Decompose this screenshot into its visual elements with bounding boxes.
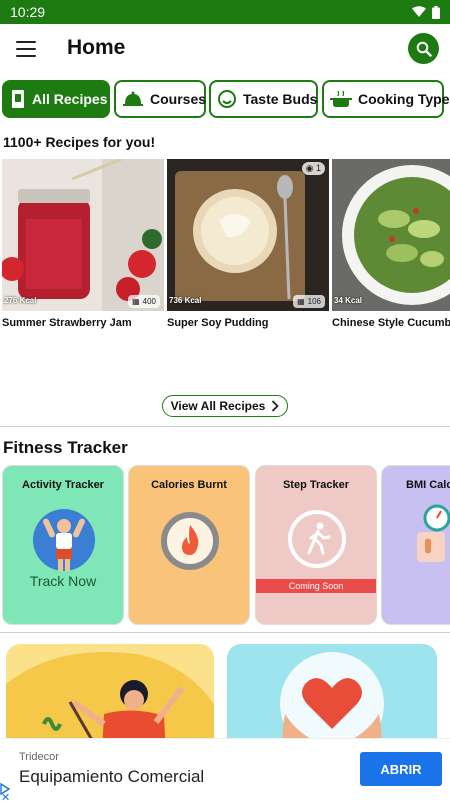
chef-illustration [6,652,214,740]
ad-advertiser: Tridecor [19,751,59,763]
recipe-carousel: 276 Kcal ▦ 400 Summer Strawberry Jam ◉ 1 … [0,159,450,339]
chevron-right-icon [272,400,280,412]
pot-icon [330,88,352,110]
ad-close-icon[interactable]: ✕ [1,793,10,804]
chip-cooking-type[interactable]: Cooking Type [322,80,450,118]
recipe-name: Summer Strawberry Jam [2,317,132,329]
battery-icon [432,5,440,19]
recipes-heading: 1100+ Recipes for you! [3,134,156,150]
recipe-card[interactable]: 34 Kcal Chinese Style Cucumber [332,159,450,329]
system-icons [412,5,440,19]
fitness-card-title: BMI Calc [406,479,450,491]
fitness-carousel: Activity Tracker Track Now Calories Burn… [0,465,450,627]
ad-open-button[interactable]: ABRIR [360,752,442,786]
search-icon [416,41,432,57]
flame-icon [161,512,219,570]
promo-banner-health[interactable] [227,644,437,740]
chip-taste-buds[interactable]: Taste Buds [209,80,318,118]
status-bar: 10:29 [0,0,450,24]
menu-icon[interactable] [16,41,36,57]
recipe-counter: ▦ 106 [293,295,325,308]
recipe-kcal: 34 Kcal [334,296,363,305]
coming-soon-badge: Coming Soon [256,579,376,593]
category-chips: All Recipes Courses Taste Buds Cooking T… [0,80,450,120]
section-divider [0,426,450,427]
fitness-card-activity[interactable]: Activity Tracker Track Now [2,465,124,625]
promo-banner-cooking[interactable] [6,644,214,740]
fitness-heading: Fitness Tracker [3,438,128,457]
wifi-icon [412,6,426,17]
heart-hands-illustration [280,652,384,740]
page-title: Home [67,36,126,59]
recipe-image: ◉ 1 736 Kcal ▦ 106 [167,159,329,311]
recipe-kcal: 276 Kcal [4,296,37,305]
recipe-name: Chinese Style Cucumber [332,317,450,329]
cloche-icon [122,88,144,110]
bmi-scale-icon [417,504,450,562]
recipe-card[interactable]: 276 Kcal ▦ 400 Summer Strawberry Jam [2,159,164,329]
eye-icon: ◉ [305,163,314,173]
chip-all-recipes[interactable]: All Recipes [2,80,110,118]
fitness-card-title: Step Tracker [282,479,350,491]
recipe-image: 34 Kcal [332,159,450,311]
activity-person-icon [33,509,95,571]
recipe-name: Super Soy Pudding [167,317,269,329]
fitness-card-calories[interactable]: Calories Burnt [128,465,250,625]
recipe-card[interactable]: ◉ 1 736 Kcal ▦ 106 Super Soy Pudding [167,159,329,329]
view-counter: ◉ 1 [301,162,325,175]
recipe-count-icon: ▦ [132,297,140,306]
status-time: 10:29 [10,4,46,20]
fitness-card-title: Calories Burnt [151,479,227,491]
ad-banner[interactable]: Tridecor Equipamiento Comercial ABRIR ✕ [0,738,450,804]
fitness-card-bmi[interactable]: BMI Calc [381,465,450,625]
taste-icon [217,88,237,110]
section-divider [0,632,450,633]
promo-banners [0,640,450,740]
fitness-card-steps[interactable]: Step Tracker Coming Soon [255,465,377,625]
track-now-label: Track Now [29,573,97,589]
fitness-card-title: Activity Tracker [22,479,104,491]
recipe-counter: ▦ 400 [128,295,160,308]
ad-headline: Equipamiento Comercial [19,767,205,786]
recipe-kcal: 736 Kcal [169,296,202,305]
recipe-image: 276 Kcal ▦ 400 [2,159,164,311]
recipe-count-icon: ▦ [297,297,305,306]
chip-courses[interactable]: Courses [114,80,206,118]
search-button[interactable] [408,33,439,64]
app-bar: Home [0,24,450,76]
walking-icon [288,510,346,568]
view-all-recipes-button[interactable]: View All Recipes [162,395,288,417]
recipe-book-icon [10,88,26,110]
